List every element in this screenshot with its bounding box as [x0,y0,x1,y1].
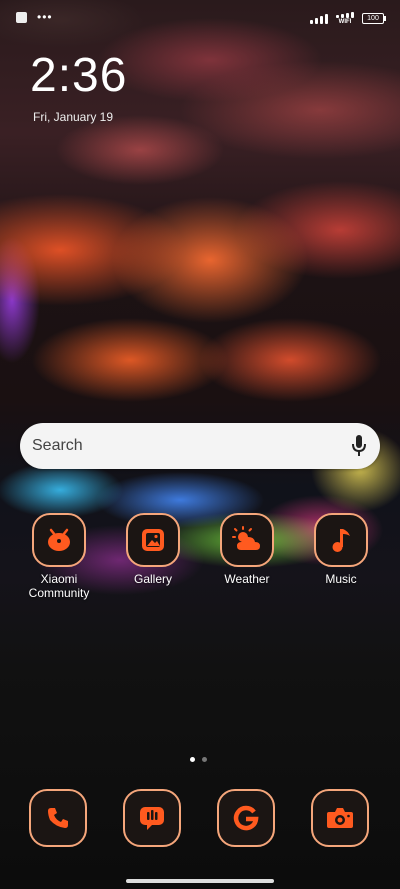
app-label: Gallery [133,572,172,586]
gallery-icon[interactable] [126,513,180,567]
page-dot [202,757,207,762]
camera-icon[interactable] [311,789,369,847]
app-xiaomi-community[interactable]: Xiaomi Community [19,513,99,600]
app-label: Xiaomi Community [28,572,90,600]
wifi-icon: WIFI [336,12,354,25]
app-label: Weather [224,572,270,586]
battery-icon: 100 [362,13,386,24]
page-indicator [190,757,207,762]
wifi-label: WIFI [338,19,352,25]
xiaomi-community-icon[interactable] [32,513,86,567]
app-label: Music [325,572,357,586]
page-dot-active [190,757,195,762]
search-placeholder[interactable]: Search [32,437,83,455]
app-gallery[interactable]: Gallery [113,513,193,586]
notification-icon [16,12,27,23]
weather-icon[interactable] [220,513,274,567]
app-weather[interactable]: Weather [207,513,287,586]
more-notifications-icon: ••• [37,10,53,24]
music-icon[interactable] [314,513,368,567]
status-bar: ••• WIFI 100 [0,0,400,36]
signal-icon [310,13,328,24]
messages-icon[interactable] [123,789,181,847]
clock[interactable]: 2:36 [30,50,127,102]
phone-icon[interactable] [29,789,87,847]
search-bar[interactable]: Search [20,423,380,469]
app-music[interactable]: Music [301,513,381,586]
google-icon[interactable] [217,789,275,847]
microphone-icon[interactable] [352,435,366,457]
home-gesture-bar[interactable] [126,879,274,883]
date[interactable]: Fri, January 19 [33,110,113,124]
